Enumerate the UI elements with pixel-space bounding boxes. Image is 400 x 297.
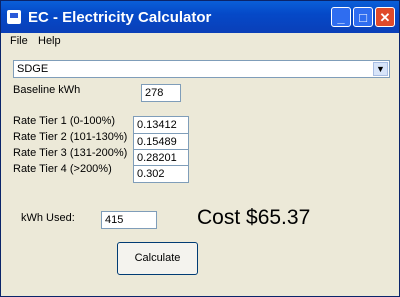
- close-button[interactable]: ✕: [375, 7, 395, 27]
- tier3-label: Rate Tier 3 (131-200%): [13, 147, 128, 159]
- kwh-used-label: kWh Used:: [21, 212, 75, 224]
- minimize-button[interactable]: _: [331, 7, 351, 27]
- minimize-icon: _: [337, 10, 345, 25]
- menu-file[interactable]: File: [10, 35, 28, 47]
- maximize-icon: □: [359, 10, 367, 25]
- chevron-down-icon[interactable]: ▼: [373, 62, 388, 76]
- tier1-input[interactable]: 0.13412: [133, 116, 189, 134]
- close-icon: ✕: [379, 10, 391, 25]
- menu-bar: File Help: [1, 33, 399, 51]
- app-icon: [7, 10, 21, 24]
- baseline-label: Baseline kWh: [13, 84, 81, 96]
- kwh-used-input[interactable]: 415: [101, 211, 157, 229]
- provider-select[interactable]: SDGE ▼: [13, 60, 390, 78]
- tier4-label: Rate Tier 4 (>200%): [13, 163, 112, 175]
- title-bar[interactable]: EC - Electricity Calculator _ □ ✕: [1, 1, 399, 33]
- app-window: EC - Electricity Calculator _ □ ✕ File H…: [0, 0, 400, 297]
- menu-help[interactable]: Help: [38, 35, 61, 47]
- provider-value: SDGE: [17, 63, 49, 75]
- tier2-label: Rate Tier 2 (101-130%): [13, 131, 128, 143]
- window-title: EC - Electricity Calculator: [28, 9, 212, 26]
- calculator-panel: SDGE ▼ Baseline kWh 278 Rate Tier 1 (0-1…: [1, 51, 399, 296]
- baseline-input[interactable]: 278: [141, 84, 181, 102]
- tier1-label: Rate Tier 1 (0-100%): [13, 115, 116, 127]
- maximize-button[interactable]: □: [353, 7, 373, 27]
- cost-result: Cost $65.37: [197, 206, 311, 229]
- calculate-button[interactable]: Calculate: [117, 242, 198, 275]
- tier4-input[interactable]: 0.302: [133, 165, 189, 183]
